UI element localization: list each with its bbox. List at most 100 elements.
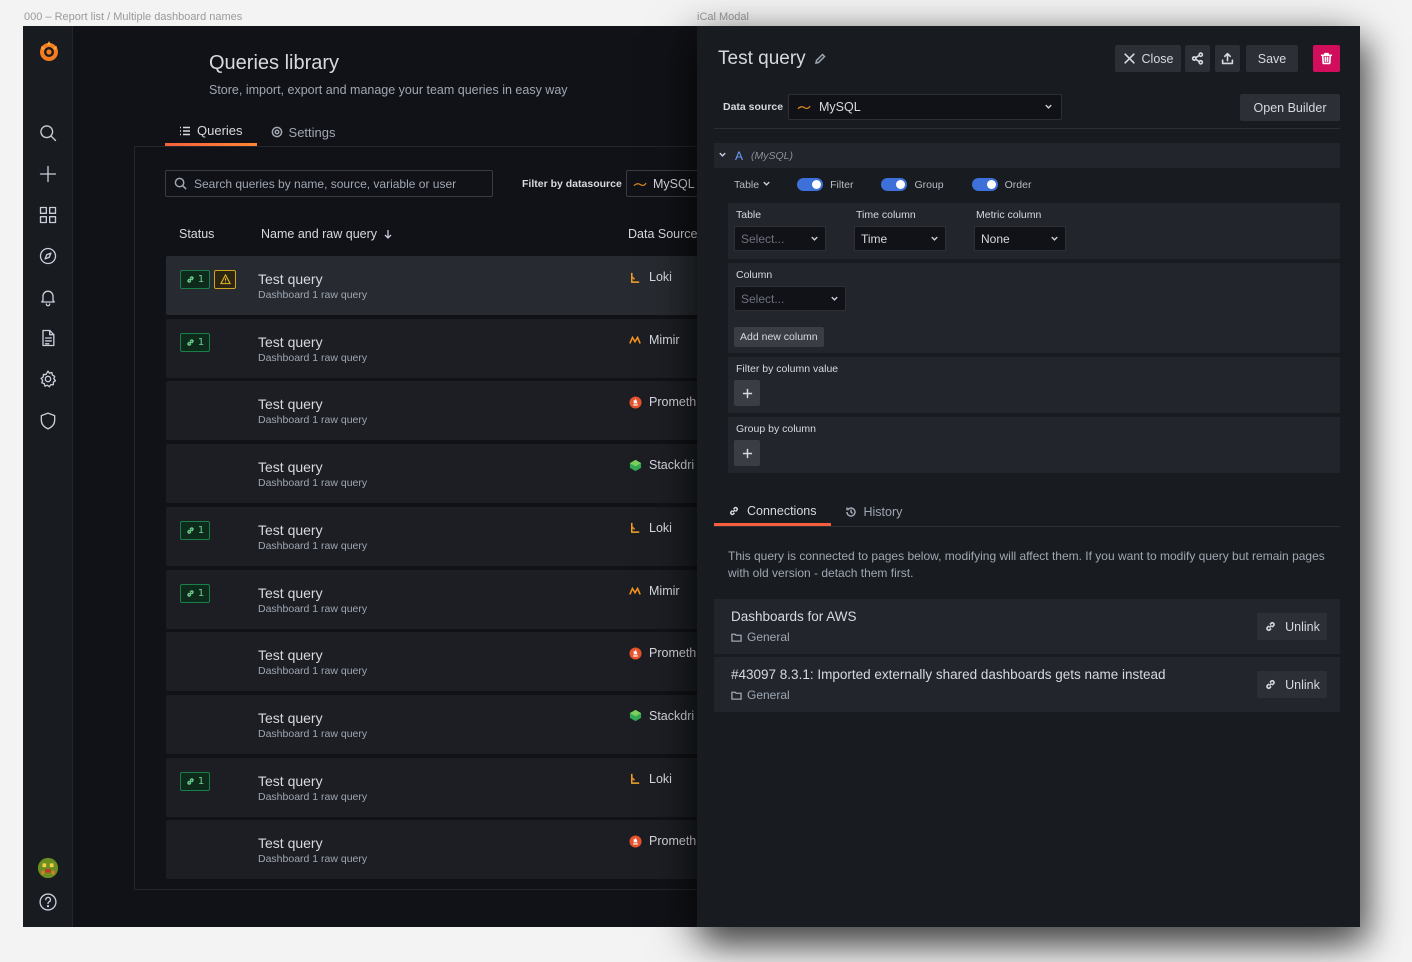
connections-count: 1 (197, 775, 205, 787)
connections-badge[interactable]: 1 (180, 270, 210, 289)
group-switch[interactable] (881, 178, 908, 191)
share-button[interactable] (1185, 45, 1210, 72)
table-row[interactable]: Test query Dashboard 1 raw query Prometh (166, 381, 766, 441)
query-name[interactable]: Test query (258, 396, 323, 412)
table-select[interactable]: Select... (734, 226, 826, 251)
tab-settings-label: Settings (288, 124, 336, 140)
table-row[interactable]: 1 Test query Dashboard 1 raw query Loki (166, 757, 766, 817)
connection-name[interactable]: #43097 8.3.1: Imported externally shared… (731, 667, 1166, 682)
history-icon (845, 507, 856, 517)
connections-description: This query is connected to pages below, … (728, 549, 1325, 580)
chevron-down-icon (1050, 232, 1059, 246)
table-row[interactable]: Test query Dashboard 1 raw query Prometh (166, 632, 766, 692)
save-button[interactable]: Save (1246, 45, 1298, 72)
filter-switch[interactable] (797, 178, 824, 191)
divider (714, 526, 1340, 527)
column-header-name-label: Name and raw query (261, 227, 378, 241)
connections-badge[interactable]: 1 (180, 583, 210, 603)
avatar[interactable] (36, 856, 60, 880)
query-datasource-name: Loki (649, 771, 672, 786)
group-by-label: Group by column (736, 423, 816, 435)
tab-connections-label: Connections (747, 503, 817, 518)
format-select[interactable]: Table (734, 179, 771, 191)
filter-by-label: Filter by column value (736, 363, 839, 375)
query-name[interactable]: Test query (258, 334, 323, 350)
library-tabs: Queries Settings (165, 118, 350, 146)
connection-name[interactable]: Dashboards for AWS (731, 609, 857, 624)
plus-icon[interactable] (36, 162, 60, 186)
connections-badge[interactable]: 1 (180, 332, 210, 352)
filter-toggle[interactable]: Filter (797, 178, 853, 191)
metric-column-select[interactable]: None (974, 226, 1066, 251)
connections-count: 1 (197, 587, 205, 599)
unlink-button[interactable]: Unlink (1257, 613, 1327, 640)
add-filter-button[interactable] (734, 380, 760, 406)
warning-badge[interactable] (214, 270, 236, 289)
query-name[interactable]: Test query (258, 271, 323, 287)
chevron-down-icon (930, 232, 939, 246)
column-header-datasource[interactable]: Data Source (628, 227, 697, 241)
close-icon (1123, 53, 1135, 64)
tab-connections[interactable]: Connections (714, 498, 831, 526)
column-header-name[interactable]: Name and raw query (261, 227, 393, 241)
loki-icon (628, 772, 642, 786)
tab-queries[interactable]: Queries (165, 118, 257, 146)
tab-settings[interactable]: Settings (257, 118, 350, 146)
queries-library-logo-icon (157, 57, 193, 84)
format-value: Table (734, 178, 760, 191)
dashboards-icon[interactable] (36, 203, 60, 227)
search-icon[interactable] (36, 121, 60, 145)
query-name[interactable]: Test query (258, 459, 323, 475)
connections-badge[interactable]: 1 (180, 520, 210, 540)
query-name[interactable]: Test query (258, 835, 323, 851)
table-row[interactable]: 1 Test query Dashboard 1 raw query Loki (166, 506, 766, 566)
help-icon[interactable] (36, 890, 60, 914)
prometheus-icon (628, 395, 642, 409)
query-name[interactable]: Test query (258, 585, 323, 601)
column-header-status[interactable]: Status (179, 227, 214, 241)
time-column-select[interactable]: Time (854, 226, 946, 251)
datasource-select[interactable]: MySQL (788, 94, 1062, 120)
close-button[interactable]: Close (1115, 45, 1181, 72)
table-row[interactable]: 1 Test query Dashboard 1 raw query Mimir (166, 569, 766, 629)
document-icon[interactable] (36, 326, 60, 350)
query-name[interactable]: Test query (258, 522, 323, 538)
trash-icon (1320, 52, 1333, 65)
table-row[interactable]: Test query Dashboard 1 raw query Stackdri (166, 694, 766, 754)
table-row[interactable]: Test query Dashboard 1 raw query Stackdri (166, 444, 766, 504)
group-toggle[interactable]: Group (881, 178, 944, 191)
query-row-header[interactable]: A (MySQL) (714, 143, 1340, 168)
pencil-icon[interactable] (814, 53, 826, 65)
order-toggle[interactable]: Order (971, 178, 1031, 191)
query-datasource-name: Prometh (649, 646, 697, 661)
unlink-button[interactable]: Unlink (1257, 671, 1327, 698)
query-raw: Dashboard 1 raw query (258, 539, 368, 552)
add-new-column-button[interactable]: Add new column (734, 327, 824, 347)
column-select[interactable]: Select... (734, 286, 846, 311)
query-name[interactable]: Test query (258, 773, 323, 789)
shield-icon[interactable] (36, 409, 60, 433)
tab-history[interactable]: History (831, 498, 917, 526)
export-button[interactable] (1215, 45, 1240, 72)
delete-button[interactable] (1313, 45, 1340, 72)
query-source: (MySQL) (751, 149, 794, 162)
grafana-logo-icon[interactable] (36, 38, 62, 64)
gear-icon[interactable] (36, 367, 60, 391)
open-builder-label: Open Builder (1253, 100, 1327, 115)
table-row[interactable]: 1 Test query Dashboard 1 raw query Loki (166, 256, 766, 315)
bell-icon[interactable] (36, 285, 60, 309)
query-name[interactable]: Test query (258, 710, 323, 726)
connections-badge[interactable]: 1 (180, 771, 210, 791)
table-row[interactable]: 1 Test query Dashboard 1 raw query Mimir (166, 318, 766, 378)
add-group-button[interactable] (734, 440, 760, 466)
open-builder-button[interactable]: Open Builder (1240, 94, 1340, 121)
query-name[interactable]: Test query (258, 647, 323, 663)
connection-card: #43097 8.3.1: Imported externally shared… (714, 657, 1340, 712)
table-row[interactable]: Test query Dashboard 1 raw query Prometh (166, 820, 766, 880)
compass-icon[interactable] (36, 244, 60, 268)
mysql-icon (797, 105, 811, 110)
search-input[interactable] (194, 176, 474, 191)
chevron-down-icon[interactable] (718, 150, 727, 162)
folder-icon (731, 633, 742, 642)
order-switch[interactable] (971, 178, 998, 191)
